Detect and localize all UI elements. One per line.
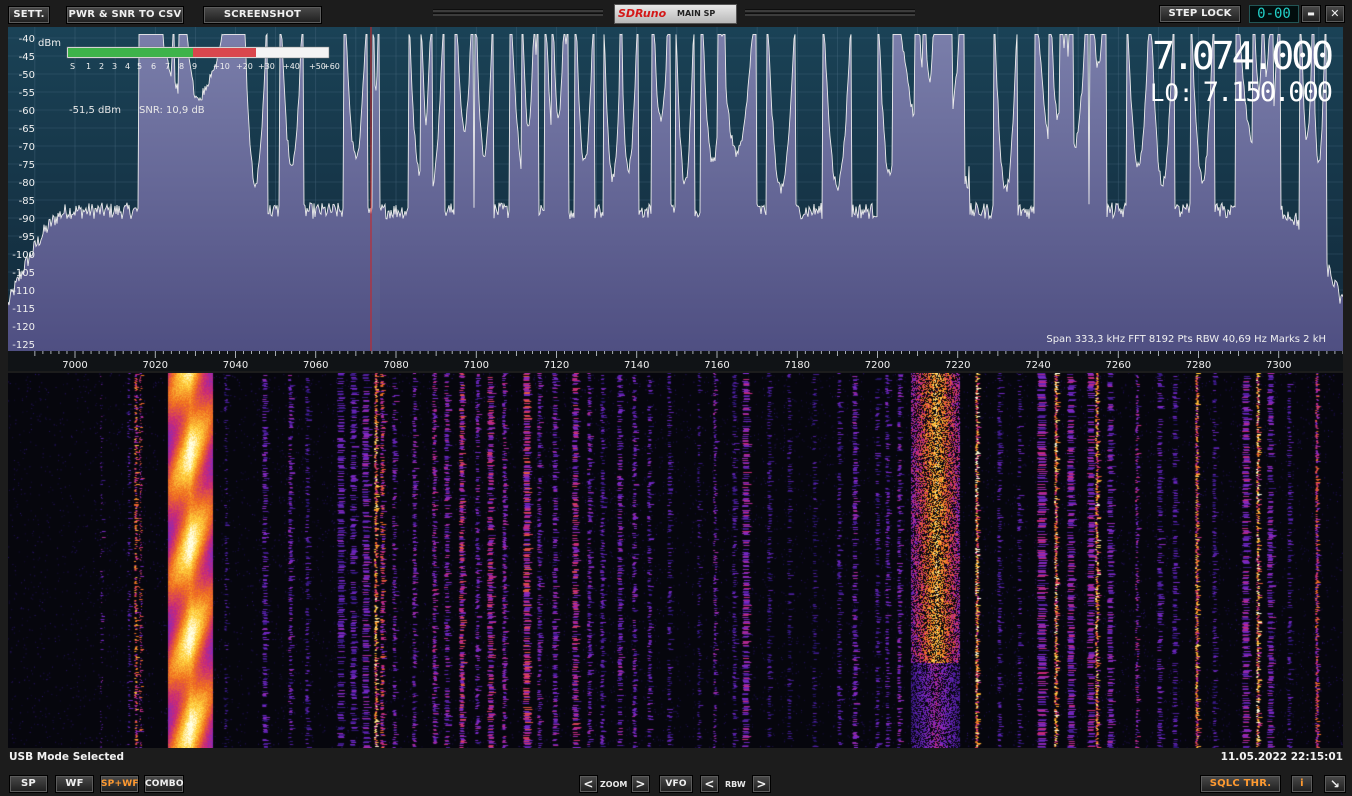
sp-wf-view-button[interactable]: SP+WF <box>100 775 139 793</box>
top-toolbar: SETT. PWR & SNR TO CSV SCREENSHOT SDRuno… <box>0 0 1352 28</box>
drag-grip-left[interactable] <box>433 9 603 19</box>
x-axis-tick-label: 7080 <box>383 360 408 371</box>
x-axis-tick-label: 7020 <box>143 360 168 371</box>
frequency-axis[interactable]: 7000 7020 7040 7060 7080 7100 7120 7140 7160 7180… <box>8 351 1343 371</box>
y-axis-tick-label: -60 <box>19 106 35 117</box>
y-axis-tick-label: -105 <box>12 268 35 279</box>
zoom-in-button[interactable]: > <box>631 775 650 793</box>
y-axis-tick-label: -70 <box>19 142 35 153</box>
s-meter-label: 7 <box>165 62 170 71</box>
x-axis-tick-label: 7220 <box>945 360 970 371</box>
resize-button[interactable]: ↘ <box>1324 775 1346 793</box>
logo-panel-name: MAIN SP <box>677 9 716 18</box>
spectrum-display[interactable]: -40 -45 -50 -55 -60 -65 -70 -75 -80 -85 -90 -95 -100… <box>8 27 1343 351</box>
sqlc-threshold-button[interactable]: SQLC THR. <box>1200 775 1281 793</box>
x-axis-tick-label: 7120 <box>544 360 569 371</box>
y-axis-tick-label: -110 <box>12 286 35 297</box>
power-readout: -51,5 dBm <box>69 105 121 116</box>
chevron-right-icon: > <box>635 777 646 791</box>
s-meter-label: 9 <box>192 62 197 71</box>
s-meter-label: +10 <box>213 62 230 71</box>
screenshot-button[interactable]: SCREENSHOT <box>203 6 322 24</box>
logo-brand: SDRuno <box>618 7 667 20</box>
vfo-button[interactable]: VFO <box>659 775 693 793</box>
span-info-text: Span 333,3 kHz FFT 8192 Pts RBW 40,69 Hz… <box>1046 334 1326 345</box>
x-axis-tick-label: 7060 <box>303 360 328 371</box>
drag-grip-right[interactable] <box>745 9 915 19</box>
chevron-left-icon: < <box>583 777 594 791</box>
s-meter-label: +20 <box>236 62 253 71</box>
wf-view-button[interactable]: WF <box>55 775 94 793</box>
y-axis-tick-label: -125 <box>12 340 35 351</box>
frequency-step-display: 0-00 <box>1249 5 1299 23</box>
y-axis-tick-label: -75 <box>19 160 35 171</box>
close-button[interactable]: ✕ <box>1325 5 1345 23</box>
s-meter-label: 4 <box>125 62 130 71</box>
bottom-toolbar: SP WF SP+WF COMBO < ZOOM > VFO < RBW > S… <box>0 768 1352 796</box>
info-button[interactable]: i <box>1291 775 1313 793</box>
step-lock-button[interactable]: STEP LOCK <box>1159 5 1241 23</box>
info-icon: i <box>1300 778 1304 789</box>
y-axis-tick-label: -85 <box>19 196 35 207</box>
waterfall-display[interactable] <box>8 373 1343 748</box>
pwr-snr-to-csv-button[interactable]: PWR & SNR TO CSV <box>66 6 184 24</box>
y-axis-tick-label: -50 <box>19 70 35 81</box>
y-axis-unit: dBm <box>38 38 61 49</box>
minimize-button[interactable]: ▬ <box>1301 5 1321 23</box>
x-axis-tick-label: 7040 <box>223 360 248 371</box>
y-axis-tick-label: -95 <box>19 232 35 243</box>
s-meter-label: 3 <box>112 62 117 71</box>
rbw-decrease-button[interactable]: < <box>700 775 719 793</box>
s-meter-label: +40 <box>283 62 300 71</box>
zoom-label: ZOOM <box>600 780 628 789</box>
resize-icon: ↘ <box>1329 777 1341 791</box>
y-axis-tick-label: -45 <box>19 52 35 63</box>
s-meter-red-segment <box>193 48 256 57</box>
sp-view-button[interactable]: SP <box>9 775 48 793</box>
x-axis-tick-label: 7300 <box>1266 360 1291 371</box>
s-meter-label: +30 <box>258 62 275 71</box>
rbw-increase-button[interactable]: > <box>752 775 771 793</box>
y-axis-tick-label: -40 <box>19 34 35 45</box>
rbw-label: RBW <box>725 780 746 789</box>
close-icon: ✕ <box>1330 7 1340 20</box>
x-axis-tick-label: 7000 <box>62 360 87 371</box>
settings-button[interactable]: SETT. <box>8 6 50 24</box>
datetime-status-text: 11.05.2022 22:15:01 <box>1220 751 1343 763</box>
lo-frequency-display[interactable]: 7.150.000 <box>1203 77 1334 108</box>
s-meter-label: 1 <box>86 62 91 71</box>
y-axis-tick-label: -120 <box>12 322 35 333</box>
y-axis-tick-label: -55 <box>19 88 35 99</box>
y-axis-tick-label: -90 <box>19 214 35 225</box>
x-axis-tick-label: 7180 <box>785 360 810 371</box>
chevron-right-icon: > <box>756 777 767 791</box>
y-axis-tick-label: -100 <box>12 250 35 261</box>
s-meter-label: 5 <box>137 62 142 71</box>
snr-readout: SNR: 10,9 dB <box>139 105 205 116</box>
mode-status-text: USB Mode Selected <box>9 751 124 763</box>
x-axis-tick-label: 7200 <box>865 360 890 371</box>
s-meter-label: 6 <box>151 62 156 71</box>
s-meter-label: 2 <box>99 62 104 71</box>
x-axis-tick-label: 7140 <box>624 360 649 371</box>
lo-label: LO: <box>1150 79 1193 107</box>
combo-view-button[interactable]: COMBO <box>144 775 184 793</box>
y-axis-tick-label: -65 <box>19 124 35 135</box>
x-axis-tick-label: 7280 <box>1186 360 1211 371</box>
chevron-left-icon: < <box>704 777 715 791</box>
minimize-icon: ▬ <box>1307 9 1315 18</box>
s-meter-label: 8 <box>179 62 184 71</box>
s-meter-green-segment <box>68 48 193 57</box>
x-axis-tick-label: 7240 <box>1025 360 1050 371</box>
x-axis-tick-label: 7100 <box>464 360 489 371</box>
sdruno-logo: SDRuno MAIN SP <box>614 4 737 24</box>
s-meter-label: +60 <box>323 62 340 71</box>
s-meter-label: S <box>70 62 75 71</box>
y-axis-tick-label: -80 <box>19 178 35 189</box>
y-axis-tick-label: -115 <box>12 304 35 315</box>
zoom-out-button[interactable]: < <box>579 775 598 793</box>
x-axis-tick-label: 7260 <box>1106 360 1131 371</box>
x-axis-tick-label: 7160 <box>704 360 729 371</box>
vfo-frequency-display[interactable]: 7.074.000 <box>1152 34 1335 78</box>
